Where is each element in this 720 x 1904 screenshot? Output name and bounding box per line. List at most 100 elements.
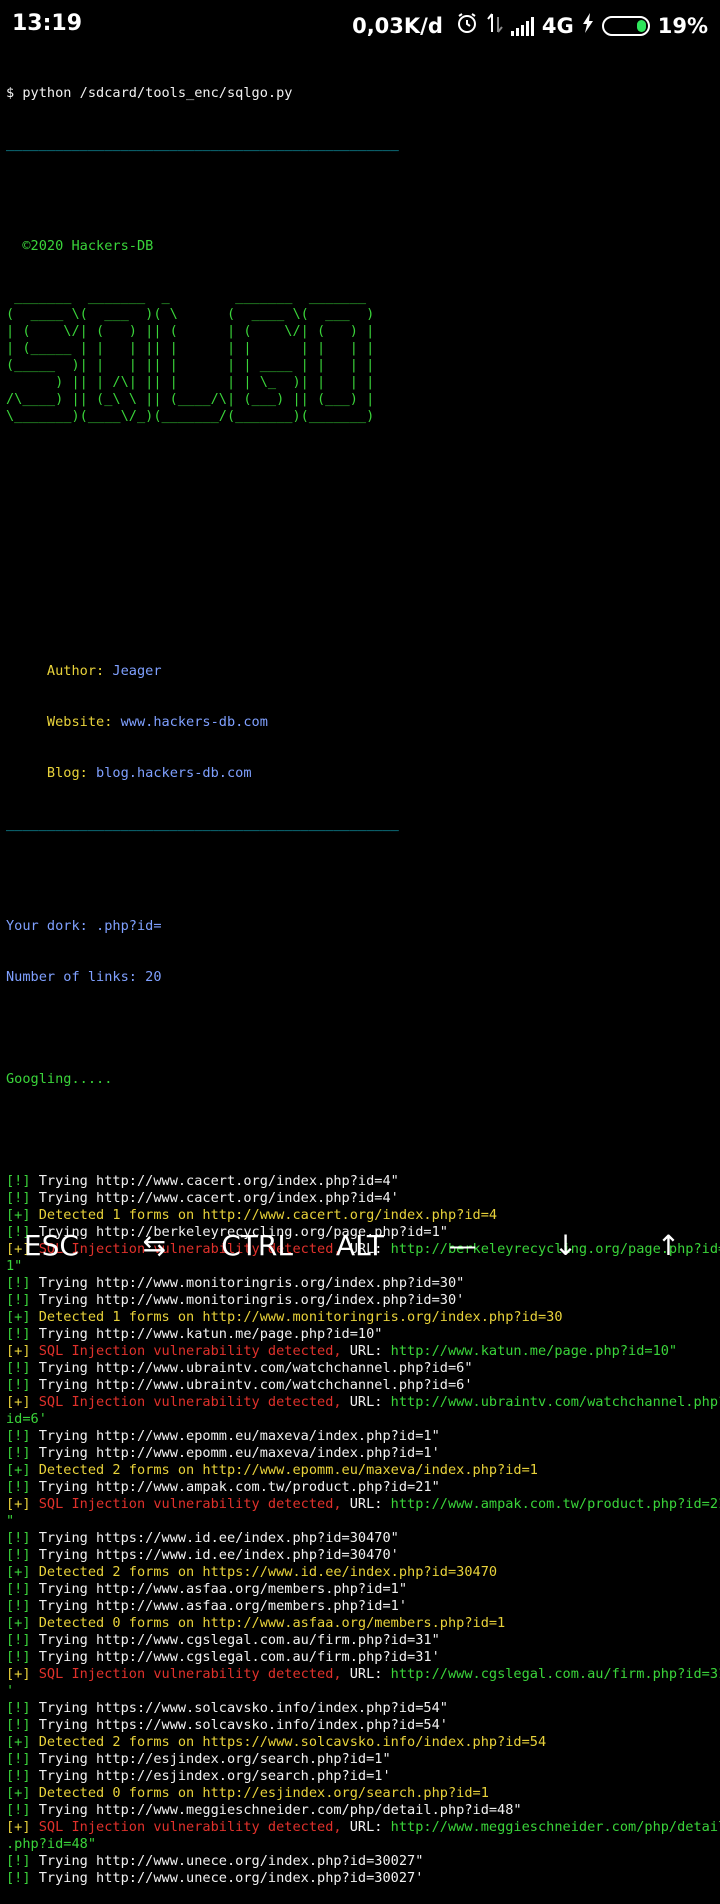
log-text: Trying http://www.unece.org/index.php?id… <box>30 1853 424 1869</box>
log-line: [!] Trying http://www.epomm.eu/maxeva/in… <box>6 1428 714 1445</box>
author-line: Author: Jeager <box>6 663 714 680</box>
log-line: [!] Trying http://www.ampak.com.tw/produ… <box>6 1479 714 1496</box>
log-text: Trying http://www.epomm.eu/maxeva/index.… <box>30 1428 440 1444</box>
log-line: [+] Detected 0 forms on http://esjindex.… <box>6 1785 714 1802</box>
url-label: URL: <box>341 1343 391 1359</box>
data-transfer-icon <box>487 11 503 40</box>
log-text: Trying http://www.meggieschneider.com/ph… <box>30 1802 522 1818</box>
dash-key[interactable]: — <box>412 1229 514 1262</box>
log-tag: [!] <box>6 1428 31 1444</box>
log-line: [!] Trying http://www.cgslegal.com.au/fi… <box>6 1632 714 1649</box>
arrow-down-key[interactable]: ↓ <box>515 1229 617 1262</box>
log-tag: [!] <box>6 1751 31 1767</box>
alt-key[interactable]: ALT <box>309 1229 411 1262</box>
esc-key[interactable]: ESC <box>0 1229 102 1262</box>
vuln-message: SQL Injection vulnerability detected, <box>30 1496 342 1512</box>
website-value: www.hackers-db.com <box>120 714 268 730</box>
charging-icon <box>582 12 594 39</box>
log-tag: [+] <box>6 1343 31 1359</box>
extra-keys-bar: ESC ⇆ CTRL ALT — ↓ ↑ <box>0 1210 720 1280</box>
vuln-message: SQL Injection vulnerability detected, <box>30 1343 342 1359</box>
website-label: Website: <box>6 714 121 730</box>
log-text: Trying http://www.asfaa.org/members.php?… <box>30 1598 408 1614</box>
log-tag: [!] <box>6 1173 31 1189</box>
battery-percent: 19% <box>657 13 708 38</box>
log-line: [!] Trying http://www.katun.me/page.php?… <box>6 1326 714 1343</box>
log-text: Trying http://esjindex.org/search.php?id… <box>30 1768 391 1784</box>
log-line: ' <box>6 1683 714 1700</box>
banner-line: _______ _______ _ _______ _______ <box>6 289 375 305</box>
log-line: [!] Trying http://www.epomm.eu/maxeva/in… <box>6 1445 714 1462</box>
log-line: [!] Trying https://www.id.ee/index.php?i… <box>6 1530 714 1547</box>
log-line: [+] SQL Injection vulnerability detected… <box>6 1666 720 1683</box>
log-tag: [+] <box>6 1462 31 1478</box>
author-label: Author: <box>6 663 113 679</box>
command-line: $ python /sdcard/tools_enc/sqlgo.py <box>6 85 293 101</box>
log-tag: [!] <box>6 1377 31 1393</box>
log-line: [+] SQL Injection vulnerability detected… <box>6 1819 720 1836</box>
banner-line: ( ____ \( ___ )( \ ( ____ \( ___ ) <box>6 306 375 322</box>
log-tag: [!] <box>6 1530 31 1546</box>
log-tag: [!] <box>6 1717 31 1733</box>
log-line: [+] Detected 0 forms on http://www.asfaa… <box>6 1615 714 1632</box>
log-line: [+] Detected 1 forms on http://www.monit… <box>6 1309 714 1326</box>
log-tag: [+] <box>6 1666 31 1682</box>
ascii-banner: _______ _______ _ _______ _______ ( ____… <box>6 289 714 425</box>
banner-line: | (_____ | | | || | | | | | | | <box>6 340 375 356</box>
network-type: 4G <box>541 13 574 38</box>
log-line: [!] Trying https://www.id.ee/index.php?i… <box>6 1547 714 1564</box>
status-bar: 13:19 0,03K/d 4G 19% <box>0 0 720 50</box>
status-icons: 0,03K/d 4G 19% <box>352 11 708 40</box>
vuln-message: SQL Injection vulnerability detected, <box>30 1819 342 1835</box>
log-tag: [+] <box>6 1615 31 1631</box>
url-label: URL: <box>341 1394 391 1410</box>
status-time: 13:19 <box>12 11 83 36</box>
log-text: Trying http://www.ubraintv.com/watchchan… <box>30 1377 473 1393</box>
tab-key[interactable]: ⇆ <box>103 1229 205 1262</box>
vuln-url: http://www.katun.me/page.php?id=10" <box>390 1343 678 1359</box>
log-text: Trying http://esjindex.org/search.php?id… <box>30 1751 391 1767</box>
log-text: Trying http://www.katun.me/page.php?id=1… <box>30 1326 383 1342</box>
log-text: Trying https://www.id.ee/index.php?id=30… <box>30 1547 399 1563</box>
log-line: [!] Trying http://www.ubraintv.com/watch… <box>6 1377 714 1394</box>
log-text: Detected 0 forms on http://esjindex.org/… <box>30 1785 489 1801</box>
arrow-up-key[interactable]: ↑ <box>617 1229 719 1262</box>
log-line: [+] Detected 2 forms on https://www.id.e… <box>6 1564 714 1581</box>
googling-status: Googling..... <box>6 1071 113 1087</box>
log-line: [+] Detected 2 forms on https://www.solc… <box>6 1734 714 1751</box>
log-line: [!] Trying http://www.cgslegal.com.au/fi… <box>6 1649 714 1666</box>
terminal-output[interactable]: $ python /sdcard/tools_enc/sqlgo.py ____… <box>6 51 720 1904</box>
scan-log: [!] Trying http://www.cacert.org/index.p… <box>6 1173 720 1887</box>
log-tag: [+] <box>6 1564 31 1580</box>
alarm-icon <box>455 11 479 40</box>
log-tag: [!] <box>6 1700 31 1716</box>
blog-value: blog.hackers-db.com <box>96 765 252 781</box>
author-value: Jeager <box>112 663 162 679</box>
log-text: Trying http://www.epomm.eu/maxeva/index.… <box>30 1445 440 1461</box>
log-continuation: ' <box>6 1683 15 1699</box>
log-tag: [+] <box>6 1394 31 1410</box>
ctrl-key[interactable]: CTRL <box>206 1229 308 1262</box>
log-continuation: " <box>6 1513 15 1529</box>
log-text: Trying http://www.unece.org/index.php?id… <box>30 1870 424 1886</box>
log-text: Detected 0 forms on http://www.asfaa.org… <box>30 1615 506 1631</box>
log-line: [!] Trying http://www.cacert.org/index.p… <box>6 1190 714 1207</box>
links-count-line: Number of links: 20 <box>6 969 162 985</box>
banner-line: | ( \/| ( ) || ( | ( \/| ( ) | <box>6 323 375 339</box>
vuln-url: http://www.ubraintv.com/watchchannel.php… <box>390 1394 720 1410</box>
divider: ________________________________________… <box>6 136 399 152</box>
log-continuation: id=6' <box>6 1411 47 1427</box>
log-line: [+] SQL Injection vulnerability detected… <box>6 1394 720 1411</box>
log-tag: [!] <box>6 1581 31 1597</box>
log-continuation: .php?id=48" <box>6 1836 97 1852</box>
divider: ________________________________________… <box>6 816 399 832</box>
log-line: [!] Trying http://www.asfaa.org/members.… <box>6 1598 714 1615</box>
log-text: Trying https://www.id.ee/index.php?id=30… <box>30 1530 399 1546</box>
log-text: Trying http://www.cacert.org/index.php?i… <box>30 1173 399 1189</box>
log-text: Detected 2 forms on http://www.epomm.eu/… <box>30 1462 538 1478</box>
log-tag: [+] <box>6 1734 31 1750</box>
log-tag: [!] <box>6 1853 31 1869</box>
log-line: [!] Trying https://www.solcavsko.info/in… <box>6 1717 714 1734</box>
url-label: URL: <box>341 1819 391 1835</box>
vuln-url: http://www.cgslegal.com.au/firm.php?id=3… <box>390 1666 720 1682</box>
